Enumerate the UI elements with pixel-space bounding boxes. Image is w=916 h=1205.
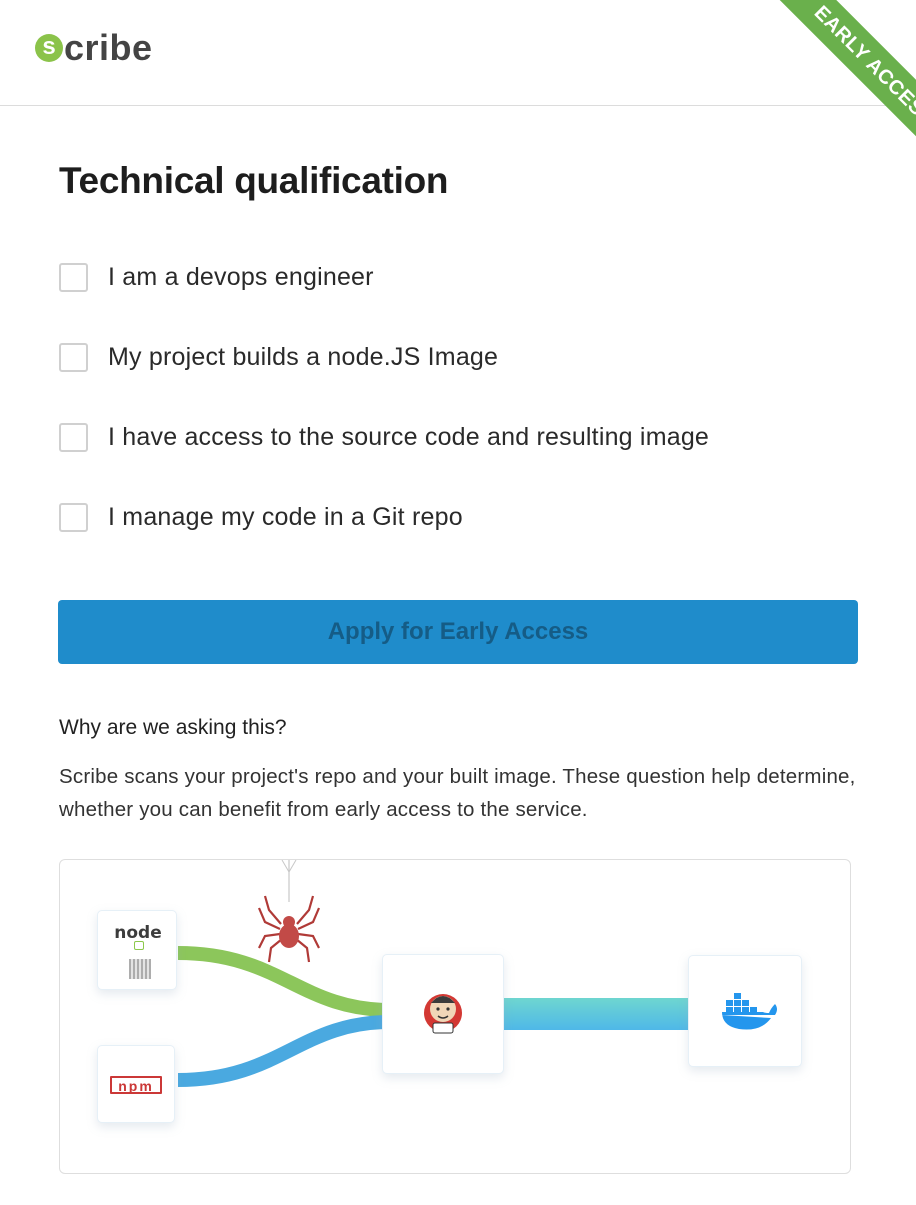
checklist-item-source-access[interactable]: I have access to the source code and res… <box>59 418 859 498</box>
checklist-label: My project builds a node.JS Image <box>108 343 499 371</box>
spider-icon <box>257 895 321 963</box>
checklist-label: I manage my code in a Git repo <box>108 503 463 531</box>
checklist-item-nodejs[interactable]: My project builds a node.JS Image <box>59 338 859 418</box>
nodejs-card: node <box>97 910 177 990</box>
npm-logo-icon: npm <box>110 1076 162 1094</box>
npm-card: npm <box>97 1045 175 1123</box>
checklist-item-devops[interactable]: I am a devops engineer <box>59 258 859 338</box>
pipeline-diagram: node npm <box>59 859 851 1174</box>
checkbox[interactable] <box>59 423 88 452</box>
nodejs-hex-icon <box>134 941 144 950</box>
qualification-checklist: I am a devops engineer My project builds… <box>59 258 859 578</box>
early-access-ribbon: EARLY ACCESS <box>746 0 916 170</box>
ribbon-label: EARLY ACCESS <box>775 0 916 165</box>
nodejs-bars-icon <box>129 959 151 979</box>
jenkins-card <box>382 954 504 1074</box>
checklist-label: I am a devops engineer <box>108 263 374 291</box>
blue-pipe <box>177 1015 391 1087</box>
teal-pipe <box>500 998 690 1030</box>
checkbox[interactable] <box>59 263 88 292</box>
checklist-label: I have access to the source code and res… <box>108 423 710 451</box>
checklist-item-git-repo[interactable]: I manage my code in a Git repo <box>59 498 859 578</box>
jenkins-icon <box>424 994 462 1034</box>
logo-initial: s <box>35 34 63 62</box>
why-explanation: Scribe scans your project's repo and you… <box>59 765 856 821</box>
checkbox[interactable] <box>59 343 88 372</box>
nodejs-logo-icon: node <box>114 923 162 943</box>
npm-logo-text: npm <box>118 1078 154 1094</box>
green-pipe <box>177 946 391 1017</box>
why-heading: Why are we asking this? <box>59 716 287 739</box>
apply-early-access-button[interactable]: Apply for Early Access <box>58 600 858 664</box>
docker-card <box>688 955 802 1067</box>
scribe-logo[interactable]: s cribe <box>35 28 153 68</box>
logo-text: cribe <box>64 27 153 68</box>
checkbox[interactable] <box>59 503 88 532</box>
page-title: Technical qualification <box>59 160 449 201</box>
docker-icon <box>722 993 777 1030</box>
header: s cribe EARLY ACCESS <box>0 0 916 165</box>
